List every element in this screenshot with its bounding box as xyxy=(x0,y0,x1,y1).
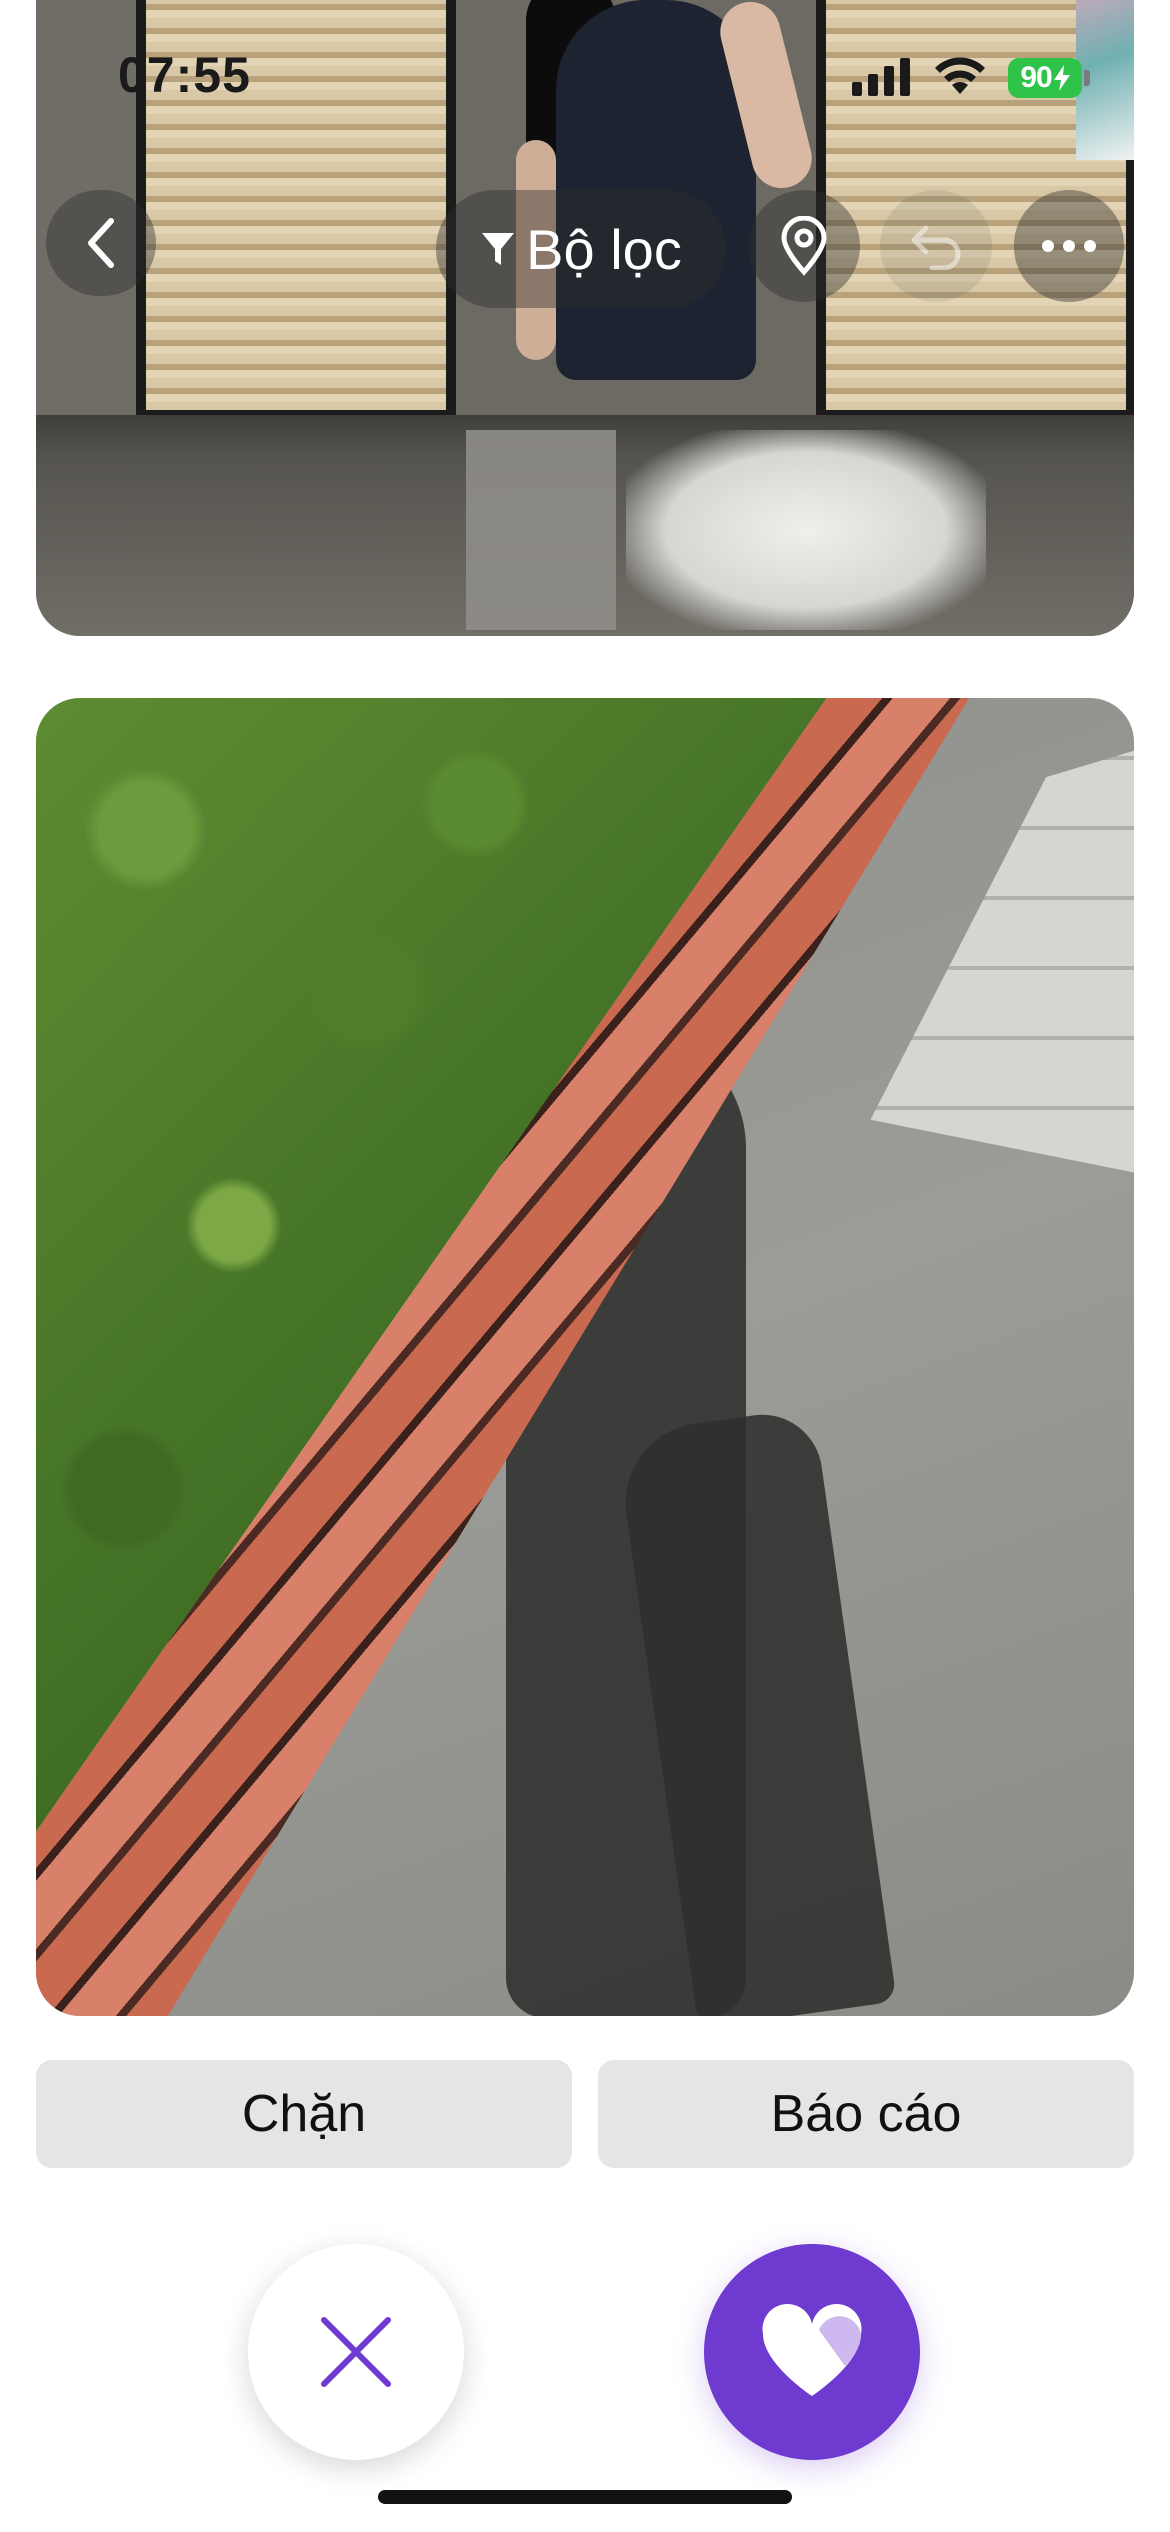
like-button[interactable] xyxy=(704,2244,920,2460)
home-indicator[interactable] xyxy=(378,2490,792,2504)
heart-icon xyxy=(762,2303,862,2396)
report-button[interactable]: Báo cáo xyxy=(598,2060,1134,2168)
location-button[interactable] xyxy=(748,190,860,302)
cellular-signal-icon xyxy=(852,58,910,96)
battery-indicator: 90 xyxy=(1008,58,1082,98)
battery-tip xyxy=(1084,70,1090,86)
more-options-button[interactable] xyxy=(1014,190,1124,302)
undo-button[interactable] xyxy=(880,190,992,302)
map-pin-icon xyxy=(781,216,827,276)
undo-icon xyxy=(911,225,961,270)
battery-level: 90 xyxy=(1020,61,1052,94)
profile-photo-2 xyxy=(36,698,1134,2016)
wifi-icon xyxy=(935,57,985,94)
filter-label: Bộ lọc xyxy=(526,217,682,281)
photo-paint-patch-white xyxy=(626,430,986,630)
status-time: 07:55 xyxy=(118,47,251,103)
filter-icon xyxy=(482,233,515,265)
more-horizontal-icon xyxy=(1042,240,1096,252)
block-button[interactable]: Chặn xyxy=(36,2060,572,2168)
filter-button[interactable]: Bộ lọc xyxy=(436,190,726,308)
chevron-left-icon xyxy=(88,218,114,268)
close-icon xyxy=(321,2317,391,2387)
charging-bolt-icon xyxy=(1053,65,1070,91)
dislike-button[interactable] xyxy=(248,2244,464,2460)
back-button[interactable] xyxy=(46,190,156,296)
photo-paint-patch xyxy=(466,430,616,630)
